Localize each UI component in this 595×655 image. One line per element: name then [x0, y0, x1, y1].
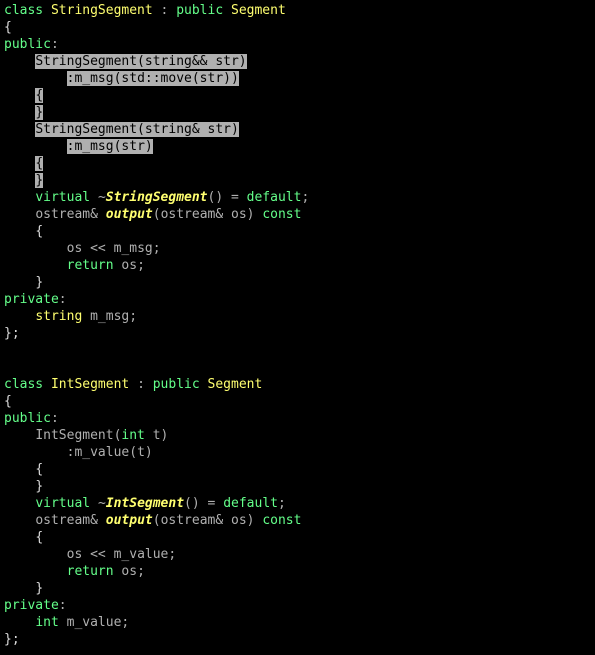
- access-label: public:: [4, 411, 59, 426]
- line: class StringSegment : public Segment: [4, 3, 286, 18]
- code-block: class StringSegment : public Segment { p…: [0, 0, 595, 650]
- brace: }: [35, 581, 43, 596]
- access-label: private:: [4, 292, 67, 307]
- ctor-sig: IntSegment(int t): [35, 428, 168, 443]
- output-sig: ostream& output(ostream& os) const: [35, 207, 301, 222]
- output-return: return os;: [67, 258, 145, 273]
- output-body: os << m_value;: [67, 547, 177, 562]
- brace: };: [4, 632, 20, 647]
- keyword-public: public: [153, 377, 200, 392]
- selected-brace: {: [35, 88, 43, 103]
- output-return: return os;: [67, 564, 145, 579]
- base-class: Segment: [208, 377, 263, 392]
- brace: }: [35, 275, 43, 290]
- class-name: StringSegment: [51, 3, 153, 18]
- brace: {: [35, 224, 43, 239]
- dtor-line: virtual ~StringSegment() = default;: [35, 190, 309, 205]
- dtor-line: virtual ~IntSegment() = default;: [35, 496, 286, 511]
- selected-brace: {: [35, 156, 43, 171]
- brace: {: [4, 394, 12, 409]
- output-sig: ostream& output(ostream& os) const: [35, 513, 301, 528]
- brace: {: [35, 530, 43, 545]
- brace: }: [35, 479, 43, 494]
- output-body: os << m_msg;: [67, 241, 161, 256]
- base-class: Segment: [231, 3, 286, 18]
- line: class IntSegment : public Segment: [4, 377, 262, 392]
- field: int m_value;: [35, 615, 129, 630]
- colon: :: [129, 377, 152, 392]
- output-name: output: [106, 513, 153, 528]
- access-label: public:: [4, 37, 59, 52]
- brace: };: [4, 326, 20, 341]
- selected-brace: }: [35, 105, 43, 120]
- dtor-name: StringSegment: [106, 190, 208, 205]
- colon: :: [153, 3, 176, 18]
- class-name: IntSegment: [51, 377, 129, 392]
- brace: {: [35, 462, 43, 477]
- selected-ctor-init: :m_msg(std::move(str)): [67, 71, 239, 86]
- dtor-name: IntSegment: [106, 496, 184, 511]
- selected-ctor-sig: StringSegment(string& str): [35, 122, 239, 137]
- access-label: private:: [4, 598, 67, 613]
- ctor-init: :m_value(t): [67, 445, 153, 460]
- selected-ctor-sig: StringSegment(string&& str): [35, 54, 246, 69]
- selected-brace: }: [35, 173, 43, 188]
- brace: {: [4, 20, 12, 35]
- keyword-class: class: [4, 377, 43, 392]
- selected-ctor-init: :m_msg(str): [67, 139, 153, 154]
- output-name: output: [106, 207, 153, 222]
- field: string m_msg;: [35, 309, 137, 324]
- keyword-class: class: [4, 3, 43, 18]
- keyword-public: public: [176, 3, 223, 18]
